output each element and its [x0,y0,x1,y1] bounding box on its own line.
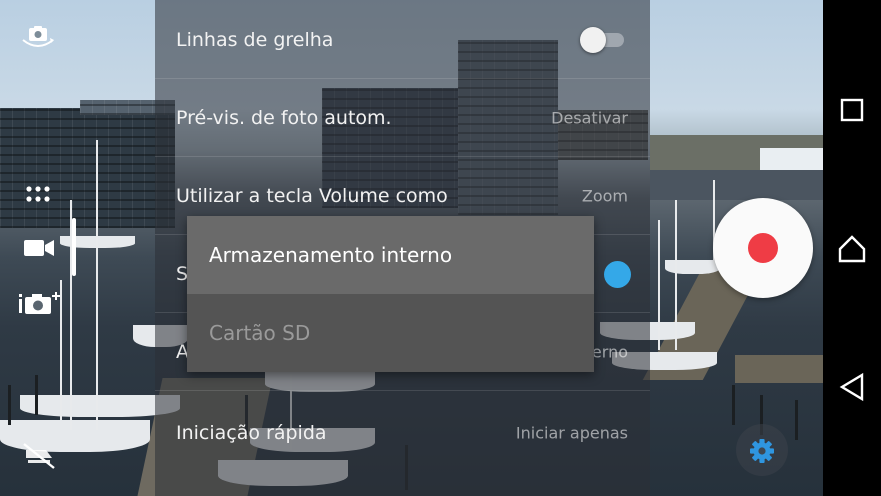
home-icon [838,235,866,263]
back-icon [839,372,864,402]
menu-item-label: Armazenamento interno [209,243,453,267]
toggle-knob [580,27,606,53]
setting-label: Iniciação rápida [176,422,327,444]
setting-value: Iniciar apenas [515,423,628,443]
setting-label: Pré-vis. de foto autom. [176,107,392,129]
setting-value: Desativar [551,108,628,128]
record-dot-icon [748,233,778,263]
setting-value: erno [591,342,628,362]
setting-label: Utilizar a tecla Volume como [176,185,448,207]
setting-label: Linhas de grelha [176,29,334,51]
menu-item-label: Cartão SD [209,321,311,345]
mode-slider-indicator[interactable] [72,218,76,276]
divider [155,390,650,391]
setting-auto-preview[interactable]: Pré-vis. de foto autom. Desativar [155,79,650,157]
switch-camera-icon[interactable] [20,24,56,52]
apps-grid-icon[interactable] [24,185,54,205]
home-button[interactable] [832,229,872,269]
system-nav-bar [823,0,881,496]
settings-button[interactable] [736,424,788,476]
back-button[interactable] [832,367,872,407]
gear-icon [750,439,774,463]
storage-dropdown-menu: Armazenamento interno Cartão SD [187,216,594,372]
menu-item-sd-card[interactable]: Cartão SD [187,294,594,372]
menu-item-internal-storage[interactable]: Armazenamento interno [187,216,594,294]
setting-grid-lines[interactable]: Linhas de grelha [155,1,650,79]
setting-value: Zoom [581,186,628,206]
flash-off-icon[interactable] [20,440,58,472]
camera-add-icon[interactable] [18,290,64,316]
setting-quick-launch[interactable]: Iniciação rápida Iniciar apenas [155,394,650,472]
recents-icon [840,98,864,122]
recents-button[interactable] [832,90,872,130]
selection-indicator-dot [604,261,631,288]
video-camera-icon[interactable] [23,238,55,258]
record-button[interactable] [713,198,813,298]
grid-lines-toggle[interactable] [580,27,628,53]
